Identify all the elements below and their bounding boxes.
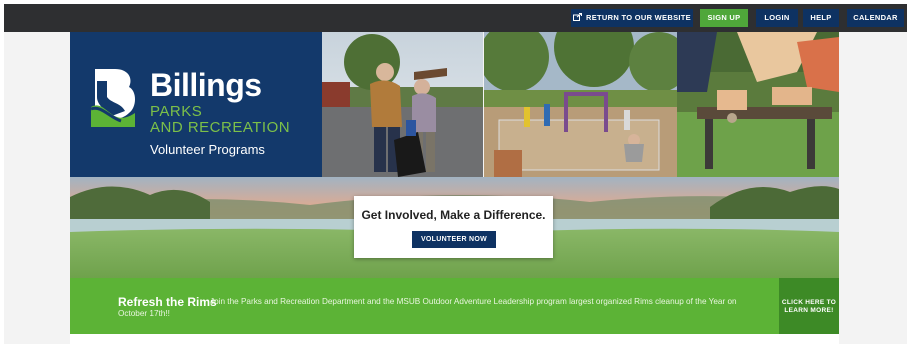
brand-subtitle-line2: AND RECREATION [150, 119, 291, 136]
photo-volunteers-trash [322, 32, 483, 177]
top-navigation-bar: RETURN TO OUR WEBSITE SIGN UP LOGIN HELP… [4, 4, 907, 32]
sign-up-button[interactable]: SIGN UP [700, 9, 748, 27]
hero-row: Billings PARKS AND RECREATION Volunteer … [70, 32, 839, 177]
learn-more-button[interactable]: CLICK HERE TO LEARN MORE! [779, 278, 839, 334]
login-button[interactable]: LOGIN [756, 9, 798, 27]
brand-name: Billings [150, 67, 262, 103]
content-area-top [70, 334, 839, 344]
billings-b-logo-icon [90, 69, 135, 127]
calendar-button[interactable]: CALENDAR [847, 9, 904, 27]
external-link-icon [573, 13, 583, 22]
help-button[interactable]: HELP [803, 9, 839, 27]
volunteer-now-button[interactable]: VOLUNTEER NOW [412, 231, 496, 248]
refresh-the-rims-banner: Refresh the Rims Join the Parks and Recr… [70, 278, 779, 334]
brand-subtitle-line1: PARKS [150, 103, 203, 120]
return-to-website-button[interactable]: RETURN TO OUR WEBSITE [571, 9, 693, 27]
photo-playground-work [484, 32, 677, 177]
learn-more-line2: LEARN MORE! [784, 307, 834, 314]
refresh-description: Join the Parks and Recreation Department… [118, 297, 737, 318]
brand-panel: Billings PARKS AND RECREATION Volunteer … [70, 32, 322, 177]
volunteer-programs-label: Volunteer Programs [150, 142, 265, 157]
cta-title: Get Involved, Make a Difference. [361, 208, 546, 222]
cta-card: Get Involved, Make a Difference. VOLUNTE… [354, 196, 553, 258]
learn-more-line1: CLICK HERE TO [781, 299, 837, 306]
photo-picnic-table-staining [677, 32, 839, 177]
return-to-website-label: RETURN TO OUR WEBSITE [586, 13, 691, 22]
